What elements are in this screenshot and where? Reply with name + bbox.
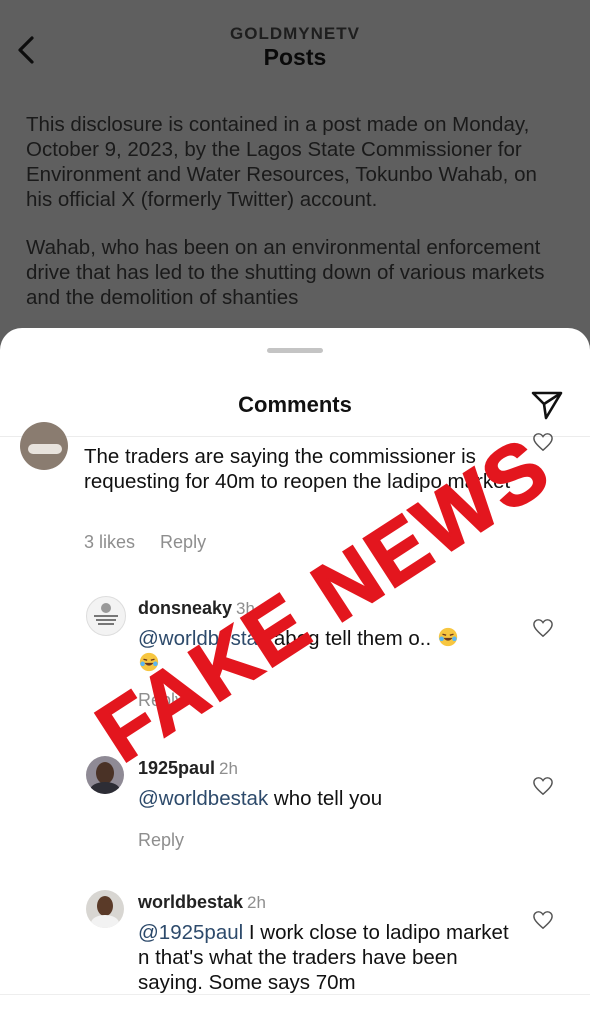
avatar-logo-icon bbox=[94, 603, 118, 625]
reply-text: @worldbestak who tell you bbox=[138, 786, 518, 811]
reply-button[interactable]: Reply bbox=[160, 532, 206, 552]
reply-item: 1925paul 2h @worldbestak who tell you Rep… bbox=[0, 750, 590, 870]
mention-link[interactable]: @1925paul bbox=[138, 921, 243, 944]
timestamp: 2h bbox=[219, 759, 238, 778]
username-text[interactable]: worldbestak bbox=[138, 892, 243, 912]
reply-body: who tell you bbox=[268, 787, 383, 810]
comments-title: Comments bbox=[238, 392, 352, 417]
send-icon[interactable] bbox=[530, 388, 564, 422]
like-heart-icon[interactable] bbox=[532, 776, 554, 796]
like-heart-icon[interactable] bbox=[532, 618, 554, 638]
reply-button[interactable]: Reply bbox=[138, 830, 184, 851]
timestamp: 2h bbox=[247, 893, 266, 912]
top-bar: GOLDMYNETV Posts bbox=[0, 0, 590, 100]
like-heart-icon[interactable] bbox=[532, 910, 554, 930]
drag-handle[interactable] bbox=[267, 348, 323, 353]
laughing-tears-emoji-icon bbox=[438, 627, 458, 647]
avatar[interactable] bbox=[86, 756, 124, 794]
comment-meta: 3 likes Reply bbox=[84, 532, 226, 553]
avatar[interactable] bbox=[20, 422, 68, 470]
like-heart-icon[interactable] bbox=[532, 432, 554, 452]
page-title: Posts bbox=[263, 44, 327, 70]
account-name: GOLDMYNETV bbox=[230, 24, 360, 43]
post-caption: This disclosure is contained in a post m… bbox=[26, 112, 566, 333]
caption-paragraph: This disclosure is contained in a post m… bbox=[26, 113, 537, 211]
avatar[interactable] bbox=[86, 890, 124, 928]
avatar[interactable] bbox=[86, 596, 126, 636]
bottom-bar bbox=[0, 994, 590, 1023]
likes-count[interactable]: 3 likes bbox=[84, 532, 135, 552]
username[interactable]: worldbestak 2h bbox=[138, 892, 266, 913]
reply-text: @1925paul I work close to ladipo market … bbox=[138, 920, 518, 995]
mention-link[interactable]: @worldbestak bbox=[138, 787, 268, 810]
caption-paragraph: Wahab, who has been on an environmental … bbox=[26, 236, 545, 309]
